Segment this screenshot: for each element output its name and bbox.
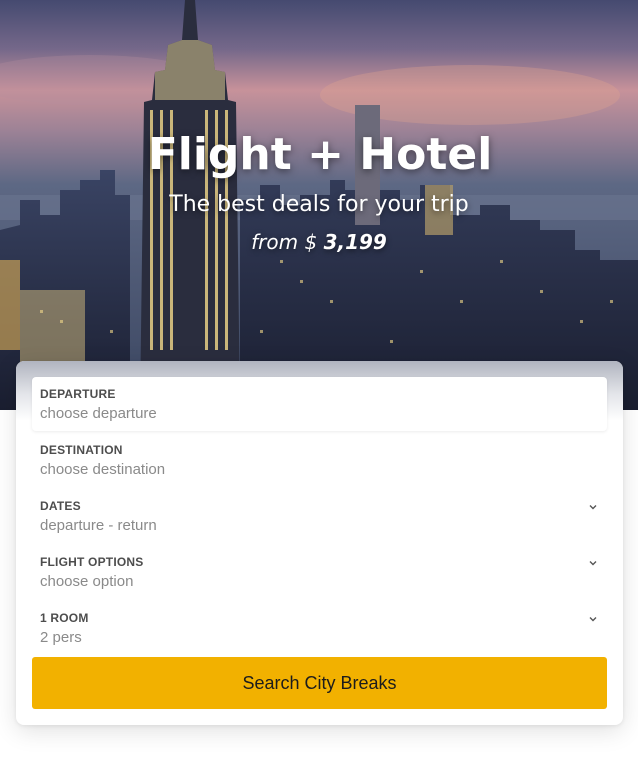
- departure-placeholder: choose departure: [40, 405, 157, 422]
- flight-options-placeholder: choose option: [40, 573, 134, 590]
- rooms-placeholder: 2 pers: [40, 629, 82, 646]
- hero-price: from $ 3,199: [0, 228, 638, 256]
- destination-label: DESTINATION: [40, 443, 123, 457]
- departure-label: DEPARTURE: [40, 387, 116, 401]
- rooms-label: 1 ROOM: [40, 611, 89, 625]
- hero-banner: Flight + Hotel The best deals for your t…: [0, 0, 638, 410]
- dates-placeholder: departure - return: [40, 517, 157, 534]
- search-city-breaks-button[interactable]: Search City Breaks: [32, 657, 607, 709]
- search-form-card: DEPARTURE choose departure DESTINATION c…: [16, 361, 623, 725]
- chevron-down-icon[interactable]: [587, 557, 599, 569]
- chevron-down-icon[interactable]: [587, 501, 599, 513]
- flight-options-label: FLIGHT OPTIONS: [40, 555, 144, 569]
- rooms-field[interactable]: 1 ROOM 2 pers: [32, 601, 607, 655]
- hero-title: Flight + Hotel: [147, 129, 493, 180]
- price-prefix: from $: [251, 230, 318, 254]
- price-amount: 3,199: [323, 230, 387, 254]
- dates-field[interactable]: DATES departure - return: [32, 489, 607, 543]
- destination-placeholder: choose destination: [40, 461, 166, 478]
- hero-subtitle: The best deals for your trip: [169, 192, 469, 217]
- chevron-down-icon[interactable]: [587, 613, 599, 625]
- flight-options-field[interactable]: FLIGHT OPTIONS choose option: [32, 545, 607, 599]
- destination-field[interactable]: DESTINATION choose destination: [32, 433, 607, 487]
- dates-label: DATES: [40, 499, 81, 513]
- departure-field[interactable]: DEPARTURE choose departure: [32, 377, 607, 431]
